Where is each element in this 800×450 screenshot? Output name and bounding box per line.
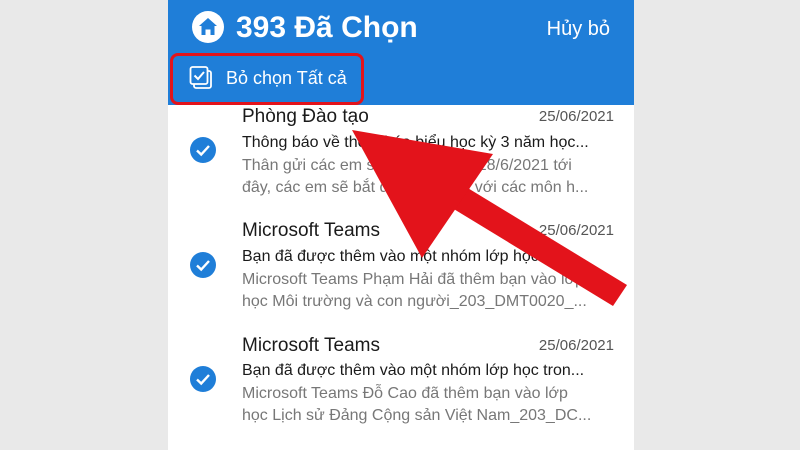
message-sender: Phòng Đào tạo: [242, 106, 369, 127]
preview-line: Microsoft Teams Phạm Hải đã thêm bạn vào…: [242, 271, 584, 288]
deselect-all-button[interactable]: Bỏ chọn Tất cả: [168, 52, 368, 108]
message-sender: Microsoft Teams: [242, 335, 380, 356]
right-margin: [634, 0, 800, 450]
checkmark-icon[interactable]: [190, 137, 216, 163]
home-icon[interactable]: [192, 11, 224, 43]
mail-app-screen: 393 Đã Chọn Hủy bỏ Bỏ chọn Tất cả Phòng …: [168, 0, 634, 450]
preview-line: Thân gửi các em sinh viên, ngày 28/6/202…: [242, 157, 572, 174]
message-preview: Microsoft Teams Phạm Hải đã thêm bạn vào…: [242, 269, 614, 313]
multi-checkbox-icon: [189, 66, 212, 89]
message-list-item[interactable]: Microsoft Teams 25/06/2021 Bạn đã được t…: [168, 330, 634, 442]
checkmark-icon[interactable]: [190, 366, 216, 392]
message-list-item[interactable]: Phòng Đào tạo 25/06/2021 Thông báo về th…: [168, 102, 634, 214]
message-date: 25/06/2021: [538, 222, 614, 239]
message-subject: Bạn đã được thêm vào một nhóm lớp học tr…: [242, 362, 585, 379]
selected-count-title: 393 Đã Chọn: [236, 11, 418, 44]
selection-header: 393 Đã Chọn Hủy bỏ Bỏ chọn Tất cả: [168, 0, 634, 105]
message-preview: Thân gửi các em sinh viên, ngày 28/6/202…: [242, 155, 614, 199]
deselect-all-label: Bỏ chọn Tất cả: [226, 68, 347, 88]
message-list-item[interactable]: Microsoft Teams 25/06/2021 Bạn đã được t…: [168, 216, 634, 328]
message-sender: Microsoft Teams: [242, 220, 380, 241]
preview-line: đây, các em sẽ bắt đầu học kỳ 3 với các …: [242, 179, 589, 196]
message-preview: Microsoft Teams Đỗ Cao đã thêm bạn vào l…: [242, 383, 614, 427]
preview-line: Microsoft Teams Đỗ Cao đã thêm bạn vào l…: [242, 385, 568, 402]
message-subject: Thông báo về thời khóa biểu học kỳ 3 năm…: [242, 134, 589, 151]
checkmark-icon[interactable]: [190, 252, 216, 278]
cancel-button[interactable]: Hủy bỏ: [547, 16, 610, 42]
message-date: 25/06/2021: [538, 337, 614, 354]
left-margin: [0, 0, 168, 450]
preview-line: học Môi trường và con người_203_DMT0020_…: [242, 293, 587, 310]
message-date: 25/06/2021: [538, 108, 614, 125]
preview-line: học Lịch sử Đảng Cộng sản Việt Nam_203_D…: [242, 407, 592, 424]
message-subject: Bạn đã được thêm vào một nhóm lớp học tr…: [242, 248, 585, 265]
